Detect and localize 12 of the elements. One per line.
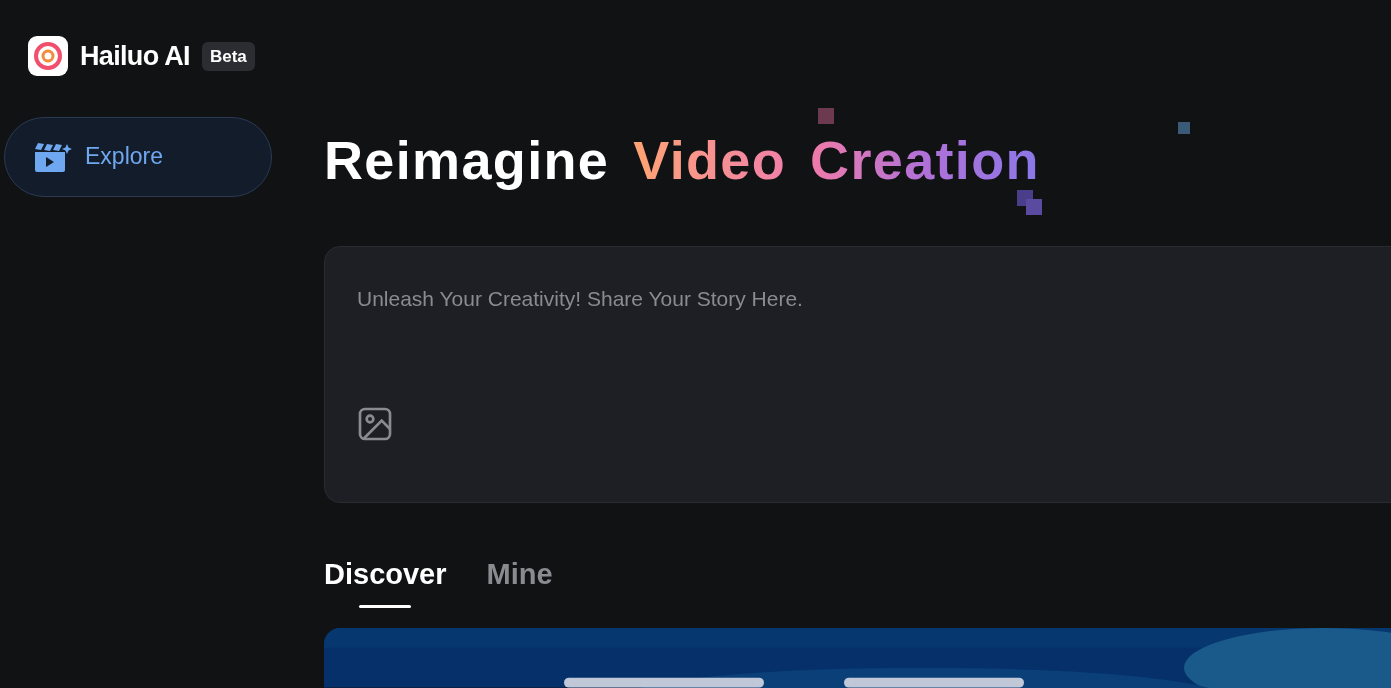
headline-text: Reimagine — [324, 129, 610, 192]
prompt-box[interactable]: Unleash Your Creativity! Share Your Story Here. — [324, 246, 1391, 503]
tab[interactable]: Discover — [324, 552, 447, 609]
pixel-decoration — [1178, 122, 1190, 134]
sidebar-item[interactable]: Explore — [4, 116, 272, 197]
logo-icon — [28, 36, 68, 77]
pixel-decoration — [818, 108, 834, 124]
prompt-field[interactable]: Unleash Your Creativity! Share Your Story Here. — [357, 283, 1391, 315]
beta-badge: Beta — [201, 41, 255, 71]
pixel-decoration — [1017, 190, 1043, 216]
tab[interactable]: Mine — [486, 552, 553, 609]
brand-name: Hailuo AI — [80, 40, 190, 73]
